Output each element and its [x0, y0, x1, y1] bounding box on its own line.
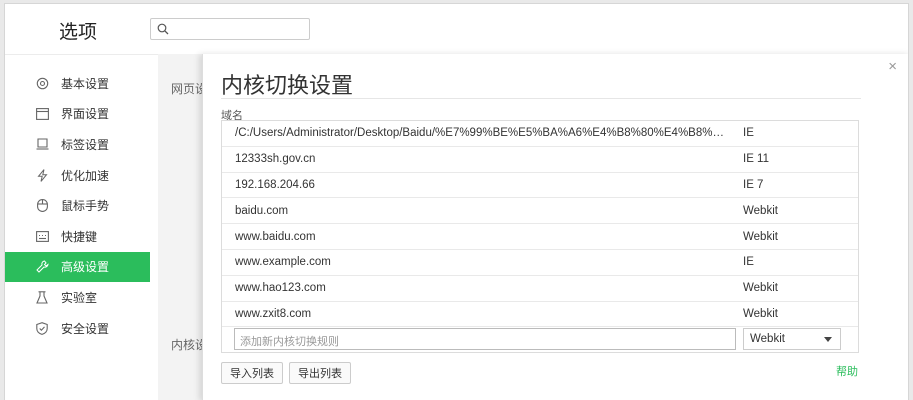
sidebar-item-label: 基本设置 [61, 76, 110, 91]
engine-cell: Webkit [743, 204, 778, 217]
domain-cell: /C:/Users/Administrator/Desktop/Baidu/%E… [235, 127, 730, 140]
sidebar-item-interface[interactable]: 界面设置 [5, 99, 150, 130]
help-link[interactable]: 帮助 [836, 363, 858, 379]
engine-cell: IE [743, 256, 754, 269]
new-rule-input[interactable]: 添加新内核切换规则 [234, 328, 736, 350]
window-icon [35, 107, 49, 121]
close-icon[interactable]: × [888, 58, 897, 75]
sidebar-item-label: 优化加速 [61, 168, 110, 183]
sidebar-item-label: 实验室 [61, 290, 98, 305]
engine-cell: IE 11 [743, 153, 769, 166]
table-row[interactable]: www.example.com IE [222, 250, 858, 276]
shield-icon [35, 321, 49, 335]
sidebar-item-basic[interactable]: 基本设置 [5, 68, 150, 99]
engine-cell: Webkit [743, 307, 778, 320]
domain-cell: 192.168.204.66 [235, 178, 315, 191]
table-row[interactable]: www.zxit8.com Webkit [222, 302, 858, 328]
table-row[interactable]: www.baidu.com Webkit [222, 224, 858, 250]
domain-cell: www.zxit8.com [235, 307, 312, 320]
flask-icon [35, 290, 49, 304]
sidebar-item-security[interactable]: 安全设置 [5, 313, 150, 344]
dialog-title: 内核切换设置 [221, 73, 354, 98]
kernel-rules-table: /C:/Users/Administrator/Desktop/Baidu/%E… [221, 120, 859, 353]
sidebar-item-optimize[interactable]: 优化加速 [5, 160, 150, 191]
search-icon [157, 23, 169, 35]
domain-cell: www.hao123.com [235, 282, 326, 295]
engine-cell: IE [743, 127, 754, 140]
page-title: 选项 [59, 22, 98, 43]
divider [221, 98, 861, 99]
table-row[interactable]: www.hao123.com Webkit [222, 276, 858, 302]
engine-cell: Webkit [743, 230, 778, 243]
export-list-button[interactable]: 导出列表 [289, 362, 351, 384]
domain-cell: www.baidu.com [235, 230, 316, 243]
gear-icon [35, 76, 49, 90]
domain-cell: baidu.com [235, 204, 289, 217]
sidebar-item-gestures[interactable]: 鼠标手势 [5, 190, 150, 221]
mouse-icon [35, 199, 49, 213]
engine-cell: Webkit [743, 282, 778, 295]
sidebar-item-lab[interactable]: 实验室 [5, 282, 150, 313]
sidebar-item-label: 标签设置 [61, 137, 110, 152]
sidebar-item-label: 高级设置 [61, 260, 110, 275]
chevron-down-icon [824, 337, 832, 342]
search-input[interactable] [150, 18, 310, 40]
table-row[interactable]: /C:/Users/Administrator/Desktop/Baidu/%E… [222, 121, 858, 147]
lightning-icon [35, 168, 49, 182]
engine-cell: IE 7 [743, 178, 764, 191]
sidebar-item-advanced[interactable]: 高级设置 [5, 251, 150, 283]
top-bar: 选项 [5, 4, 908, 55]
kernel-switch-dialog: × 内核切换设置 域名 /C:/Users/Administrator/Desk… [202, 54, 908, 400]
sidebar-item-label: 快捷键 [61, 229, 98, 244]
tag-icon [35, 137, 49, 151]
wrench-icon [35, 260, 49, 274]
engine-select[interactable]: Webkit [743, 328, 841, 350]
domain-cell: 12333sh.gov.cn [235, 153, 316, 166]
sidebar: 基本设置 界面设置 标签设置 优化加速 鼠标手势 快捷键 高级设置 实验室 安全… [5, 68, 150, 343]
sidebar-item-label: 界面设置 [61, 107, 110, 122]
sidebar-item-label: 安全设置 [61, 321, 110, 336]
sidebar-item-tabs[interactable]: 标签设置 [5, 129, 150, 160]
sidebar-item-shortcuts[interactable]: 快捷键 [5, 221, 150, 252]
options-window: 选项 基本设置 界面设置 标签设置 优化加速 鼠标手势 快捷键 高级设置 实验室… [4, 3, 909, 400]
sidebar-item-label: 鼠标手势 [61, 199, 110, 214]
keyboard-icon [35, 229, 49, 243]
table-row[interactable]: 12333sh.gov.cn IE 11 [222, 147, 858, 173]
import-list-button[interactable]: 导入列表 [221, 362, 283, 384]
table-row[interactable]: baidu.com Webkit [222, 198, 858, 225]
engine-select-value: Webkit [750, 333, 785, 345]
domain-cell: www.example.com [235, 256, 331, 269]
table-row[interactable]: 192.168.204.66 IE 7 [222, 173, 858, 199]
